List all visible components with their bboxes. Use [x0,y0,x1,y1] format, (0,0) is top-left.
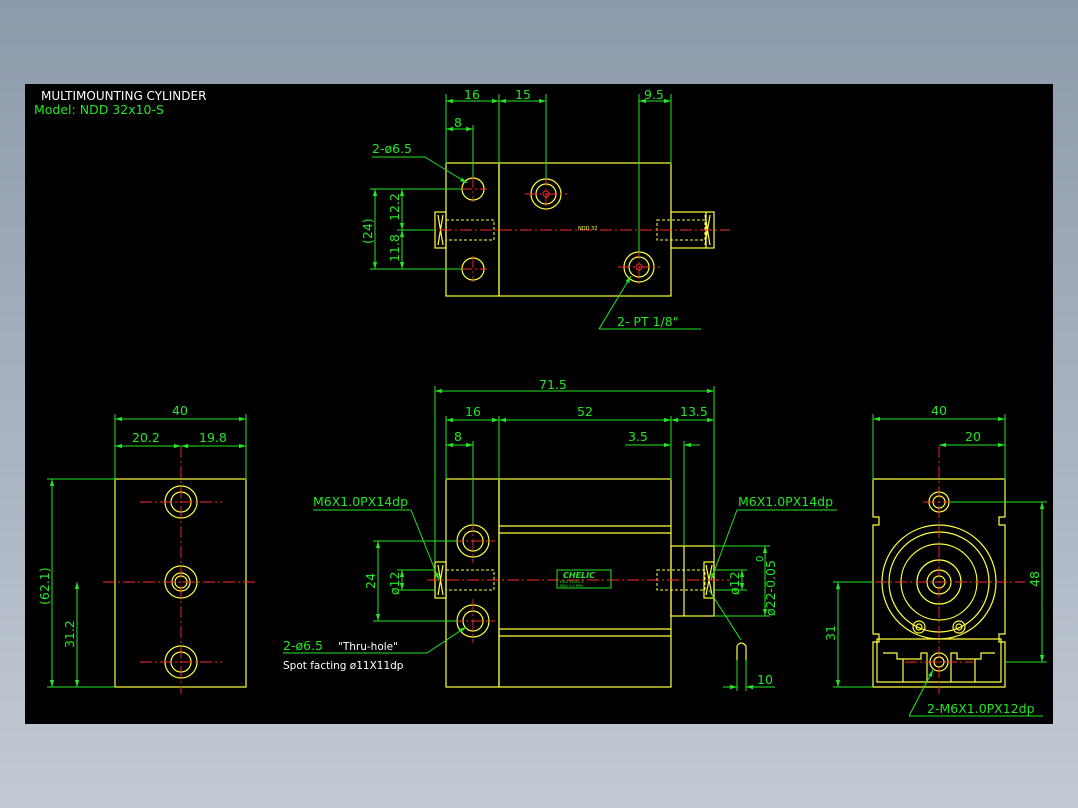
left-end-view: 40 20.2 19.8 (62.1) 31.2 [37,403,257,694]
right-dim-31: 31 [823,625,838,641]
front-dim-10: 10 [757,672,773,687]
right-view-small-hole-right [952,620,966,634]
front-callout-spot-facing: Spot facting ø11X11dp [283,660,404,672]
front-dim-13-5: 13.5 [680,404,708,419]
front-dim-3-5: 3.5 [628,429,648,444]
nameplate-line2: MAX 1.0 MPa [560,584,583,588]
right-end-view: 40 20 48 31 2-M6X1.0PX12dp [823,403,1047,717]
front-callout-thru-hole: 2-ø6.5 [283,638,323,653]
front-dim-22-tolerance: 0 [755,556,766,562]
front-view: CHELIC NDD 32x10-S MAX 1.0 MPa 71.5 16 5… [283,377,837,691]
left-dim-62-1: (62.1) [37,567,52,605]
front-dim-71-5: 71.5 [539,377,567,392]
top-callout-port: 2- PT 1/8" [617,314,678,329]
left-view-plate [114,478,247,688]
left-dim-31-2: 31.2 [62,620,77,648]
top-dim-15: 15 [515,87,531,102]
left-dim-19-8: 19.8 [199,430,227,445]
left-dim-40: 40 [172,403,188,418]
top-callout-holes: 2-ø6.5 [372,141,412,156]
top-view-tiny-label: NDD 32 [578,226,597,232]
top-dim-11-8: 11.8 [387,234,402,262]
front-callout-thru-hole-note: "Thru-hole" [338,641,398,653]
front-dim-16: 16 [465,404,481,419]
right-view-small-hole-left [912,620,926,634]
front-dim-8: 8 [454,429,462,444]
right-dim-40: 40 [931,403,947,418]
front-dim-22: ø22-0.05 [763,560,778,616]
top-dim-12-2: 12.2 [387,193,402,221]
top-dim-16: 16 [464,87,480,102]
left-dim-20-2: 20.2 [132,430,160,445]
top-view-left-plate [445,162,500,297]
top-view: NDD 32 16 15 8 9.5 (24) 12.2 11.8 2-ø6.5… [360,87,730,330]
front-dim-12-right: ø12 [727,571,742,595]
front-dim-52: 52 [577,404,593,419]
front-callout-thread-right: M6X1.0PX14dp [738,494,833,509]
front-dim-12-left: ø12 [387,571,402,595]
right-callout-thread: 2-M6X1.0PX12dp [927,701,1035,716]
front-dim-24: 24 [363,573,378,589]
top-dim-8: 8 [454,115,462,130]
right-dim-20: 20 [965,429,981,444]
nameplate-brand: CHELIC [563,571,595,580]
top-dim-9-5: 9.5 [644,87,664,102]
front-view-body [498,478,672,688]
cad-canvas: MULTIMOUNTING CYLINDER Model: NDD 32x10-… [25,84,1053,724]
front-view-right-rod [670,545,715,617]
drawing-title: MULTIMOUNTING CYLINDER [41,89,206,103]
front-callout-thread-left: M6X1.0PX14dp [313,494,408,509]
top-dim-24: (24) [360,218,375,244]
right-dim-48: 48 [1027,571,1042,587]
cad-drawing: MULTIMOUNTING CYLINDER Model: NDD 32x10-… [34,87,1047,717]
model-label: Model: NDD 32x10-S [34,102,164,117]
